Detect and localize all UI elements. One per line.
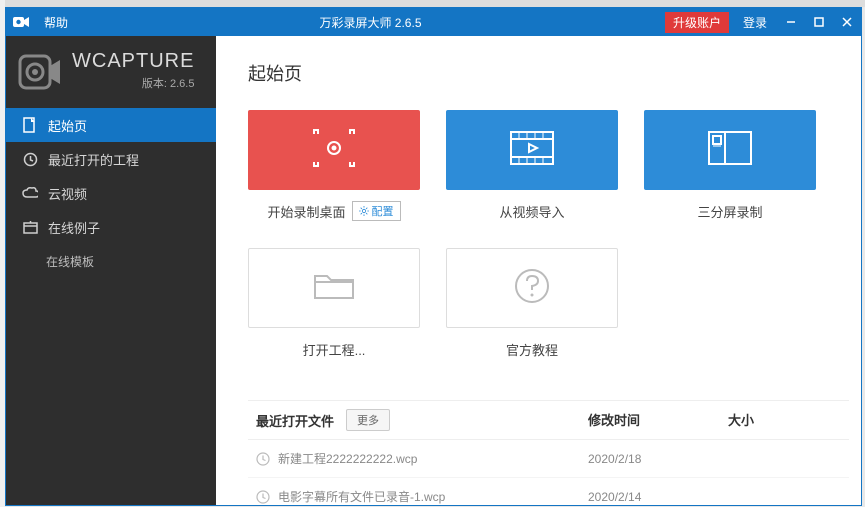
- gear-icon: [359, 206, 369, 216]
- clock-icon: [22, 151, 38, 167]
- recent-files: 最近打开文件 更多 修改时间 大小 新建工程2222222222.wcp 2020…: [248, 400, 849, 505]
- sidebar-item-label: 在线模板: [46, 253, 94, 270]
- main-content: 起始页 开始录制桌面配置从视频导入三分屏录制打开工程...官方教程 最近打开文件…: [216, 36, 861, 505]
- help-menu[interactable]: 帮助: [36, 14, 76, 31]
- sidebar-item-label: 起始页: [48, 116, 87, 135]
- card-2: 三分屏录制: [644, 110, 816, 222]
- sidebar-item-4[interactable]: 在线模板: [6, 244, 216, 278]
- config-button[interactable]: 配置: [352, 201, 401, 221]
- close-button[interactable]: [833, 8, 861, 36]
- card-record[interactable]: [248, 110, 420, 190]
- video-icon: [509, 130, 555, 171]
- maximize-button[interactable]: [805, 8, 833, 36]
- titlebar: 帮助 万彩录屏大师 2.6.5 升级账户 登录: [6, 8, 861, 36]
- card-4: 官方教程: [446, 248, 618, 360]
- brand: WCAPTURE 版本: 2.6.5: [6, 36, 216, 102]
- sidebar-item-label: 云视频: [48, 184, 87, 203]
- window-title: 万彩录屏大师 2.6.5: [76, 14, 665, 31]
- sidebar-item-label: 在线例子: [48, 218, 100, 237]
- page-icon: [22, 117, 38, 133]
- nav: 起始页最近打开的工程云视频在线例子在线模板: [6, 108, 216, 278]
- more-button[interactable]: 更多: [346, 409, 390, 431]
- record-icon: [312, 128, 356, 173]
- sidebar-item-0[interactable]: 起始页: [6, 108, 216, 142]
- card-video[interactable]: [446, 110, 618, 190]
- triple-icon: [707, 130, 753, 171]
- package-icon: [22, 219, 38, 235]
- clock-icon: [256, 490, 270, 504]
- card-label: 三分屏录制: [697, 202, 762, 221]
- app-icon: [12, 15, 30, 29]
- col-modified-header: 修改时间: [588, 413, 640, 428]
- recent-row[interactable]: 新建工程2222222222.wcp 2020/2/18: [248, 440, 849, 478]
- card-label: 从视频导入: [499, 202, 564, 221]
- folder-icon: [311, 268, 357, 309]
- app-window: 帮助 万彩录屏大师 2.6.5 升级账户 登录 WCAPTURE 版本: 2.6…: [5, 7, 862, 506]
- minimize-button[interactable]: [777, 8, 805, 36]
- card-question[interactable]: [446, 248, 618, 328]
- brand-name: WCAPTURE: [72, 50, 194, 73]
- brand-version: 版本: 2.6.5: [72, 75, 194, 91]
- sidebar-item-2[interactable]: 云视频: [6, 176, 216, 210]
- login-button[interactable]: 登录: [733, 14, 777, 31]
- card-triple[interactable]: [644, 110, 816, 190]
- logo-icon: [18, 50, 62, 94]
- cards-grid: 开始录制桌面配置从视频导入三分屏录制打开工程...官方教程: [248, 110, 849, 360]
- col-name-header: 最近打开文件: [256, 411, 334, 430]
- file-modified: 2020/2/18: [588, 452, 728, 466]
- cloud-icon: [22, 185, 38, 201]
- sidebar: WCAPTURE 版本: 2.6.5 起始页最近打开的工程云视频在线例子在线模板: [6, 36, 216, 505]
- upgrade-button[interactable]: 升级账户: [665, 12, 729, 33]
- col-size-header: 大小: [728, 413, 754, 428]
- card-label: 官方教程: [506, 340, 558, 359]
- clock-icon: [256, 452, 270, 466]
- card-label: 开始录制桌面: [267, 202, 345, 221]
- page-title: 起始页: [248, 60, 849, 86]
- question-icon: [512, 266, 552, 311]
- file-modified: 2020/2/14: [588, 490, 728, 504]
- card-label: 打开工程...: [303, 340, 366, 359]
- file-name: 新建工程2222222222.wcp: [278, 450, 417, 467]
- card-folder[interactable]: [248, 248, 420, 328]
- sidebar-item-3[interactable]: 在线例子: [6, 210, 216, 244]
- recent-row[interactable]: 电影字幕所有文件已录音-1.wcp 2020/2/14: [248, 478, 849, 505]
- recent-header: 最近打开文件 更多 修改时间 大小: [248, 400, 849, 440]
- file-name: 电影字幕所有文件已录音-1.wcp: [278, 488, 445, 505]
- card-1: 从视频导入: [446, 110, 618, 222]
- card-3: 打开工程...: [248, 248, 420, 360]
- sidebar-item-1[interactable]: 最近打开的工程: [6, 142, 216, 176]
- card-0: 开始录制桌面配置: [248, 110, 420, 222]
- sidebar-item-label: 最近打开的工程: [48, 150, 139, 169]
